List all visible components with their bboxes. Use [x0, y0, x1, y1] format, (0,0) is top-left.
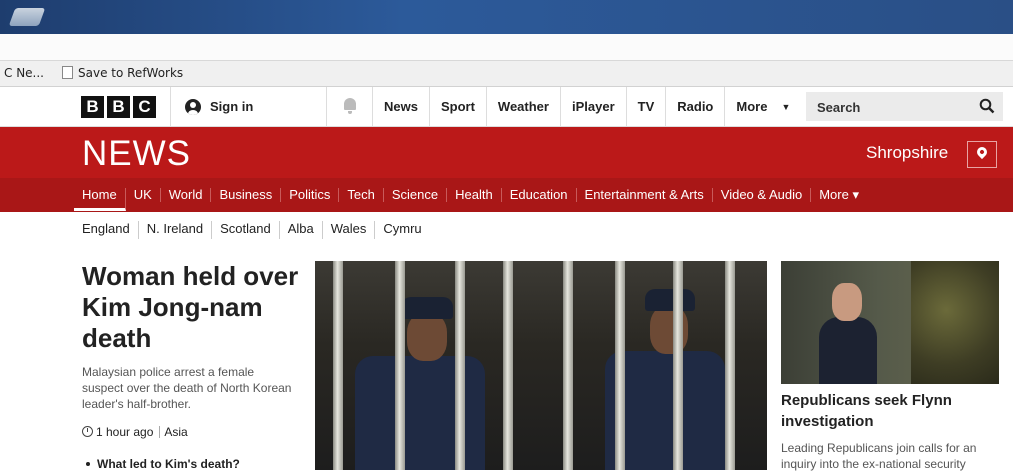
- notifications-button[interactable]: [326, 87, 373, 126]
- section-video-audio[interactable]: Video & Audio: [713, 188, 812, 202]
- subnav-n-ireland[interactable]: N. Ireland: [139, 221, 213, 239]
- bbc-top-bar: BBC Sign in News Sport Weather iPlayer T…: [0, 87, 1013, 127]
- news-logo[interactable]: NEWS: [82, 134, 191, 174]
- location-pin-icon: [974, 144, 990, 160]
- cell-bar: [725, 261, 735, 470]
- bell-icon: [344, 98, 356, 114]
- search-input[interactable]: [806, 92, 979, 123]
- cell-bar: [395, 261, 405, 470]
- bullet-icon: [86, 462, 90, 466]
- section-more[interactable]: More ▾: [811, 188, 867, 202]
- story-time: 1 hour ago: [96, 425, 154, 439]
- cell-bar: [333, 261, 343, 470]
- side-summary: Leading Republicans join calls for an in…: [781, 441, 977, 471]
- section-science[interactable]: Science: [384, 188, 448, 202]
- bookmarks-bar: C Ne... Save to RefWorks: [0, 61, 1013, 87]
- subnav-wales[interactable]: Wales: [323, 221, 376, 239]
- main-headline[interactable]: Woman held over Kim Jong-nam death: [82, 261, 307, 354]
- nav-more-label: More: [736, 99, 768, 114]
- section-tech[interactable]: Tech: [339, 188, 384, 202]
- section-entertainment[interactable]: Entertainment & Arts: [577, 188, 713, 202]
- chevron-down-icon: ▼: [781, 102, 791, 112]
- sign-in-button[interactable]: Sign in: [170, 87, 326, 126]
- search-box: [806, 92, 1003, 123]
- bbc-logo-letter: B: [107, 96, 130, 118]
- bbc-nav: News Sport Weather iPlayer TV Radio More…: [372, 87, 801, 126]
- related-link-label: What led to Kim's death?: [97, 457, 240, 471]
- browser-toolbar: [0, 34, 1013, 61]
- user-icon: [185, 99, 201, 115]
- person-head-shape: [832, 283, 862, 321]
- side-story-image[interactable]: [781, 261, 999, 384]
- clock-icon: [82, 426, 93, 437]
- story-meta: 1 hour ago Asia: [82, 425, 188, 439]
- bbc-logo-letter: B: [81, 96, 104, 118]
- browser-tab-icon[interactable]: [8, 8, 46, 26]
- nav-tv[interactable]: TV: [625, 87, 666, 126]
- location-button[interactable]: [967, 141, 997, 168]
- sub-nav: England N. Ireland Scotland Alba Wales C…: [74, 221, 430, 239]
- subnav-cymru[interactable]: Cymru: [375, 221, 429, 239]
- section-world[interactable]: World: [161, 188, 212, 202]
- nav-more[interactable]: More ▼: [724, 87, 801, 126]
- nav-radio[interactable]: Radio: [665, 87, 724, 126]
- location-label[interactable]: Shropshire: [866, 143, 948, 163]
- cell-bar: [563, 261, 573, 470]
- bbc-logo[interactable]: BBC: [81, 96, 159, 118]
- cell-bar: [455, 261, 465, 470]
- section-politics[interactable]: Politics: [281, 188, 340, 202]
- search-icon[interactable]: [979, 98, 995, 114]
- main-story-image[interactable]: [315, 261, 767, 470]
- related-link[interactable]: What led to Kim's death?: [86, 457, 240, 471]
- section-home[interactable]: Home: [74, 188, 126, 211]
- section-nav: Home UK World Business Politics Tech Sci…: [0, 178, 1013, 212]
- bookmark-refworks[interactable]: Save to RefWorks: [62, 66, 183, 80]
- nav-news[interactable]: News: [372, 87, 429, 126]
- section-health[interactable]: Health: [447, 188, 502, 202]
- subnav-alba[interactable]: Alba: [280, 221, 323, 239]
- nav-iplayer[interactable]: iPlayer: [559, 87, 626, 126]
- meta-divider: [159, 426, 161, 438]
- page-icon: [62, 66, 73, 79]
- side-headline[interactable]: Republicans seek Flynn investigation: [781, 390, 1001, 432]
- section-uk[interactable]: UK: [126, 188, 161, 202]
- bbc-logo-letter: C: [133, 96, 156, 118]
- person-body-shape: [819, 317, 877, 384]
- bookmark-refworks-label: Save to RefWorks: [78, 66, 184, 80]
- subnav-scotland[interactable]: Scotland: [212, 221, 280, 239]
- cell-bar: [503, 261, 513, 470]
- section-business[interactable]: Business: [211, 188, 282, 202]
- cell-bar: [673, 261, 683, 470]
- browser-title-bar: [0, 0, 1013, 34]
- subnav-england[interactable]: England: [74, 221, 139, 239]
- news-banner: NEWS Shropshire: [0, 127, 1013, 178]
- sign-in-label: Sign in: [210, 99, 254, 114]
- plant-shape: [911, 261, 999, 384]
- cell-bar: [615, 261, 625, 470]
- story-tag[interactable]: Asia: [164, 425, 187, 439]
- nav-weather[interactable]: Weather: [485, 87, 560, 126]
- nav-sport[interactable]: Sport: [428, 87, 486, 126]
- main-summary: Malaysian police arrest a female suspect…: [82, 365, 292, 411]
- bookmark-news[interactable]: C Ne...: [4, 66, 44, 80]
- section-education[interactable]: Education: [502, 188, 577, 202]
